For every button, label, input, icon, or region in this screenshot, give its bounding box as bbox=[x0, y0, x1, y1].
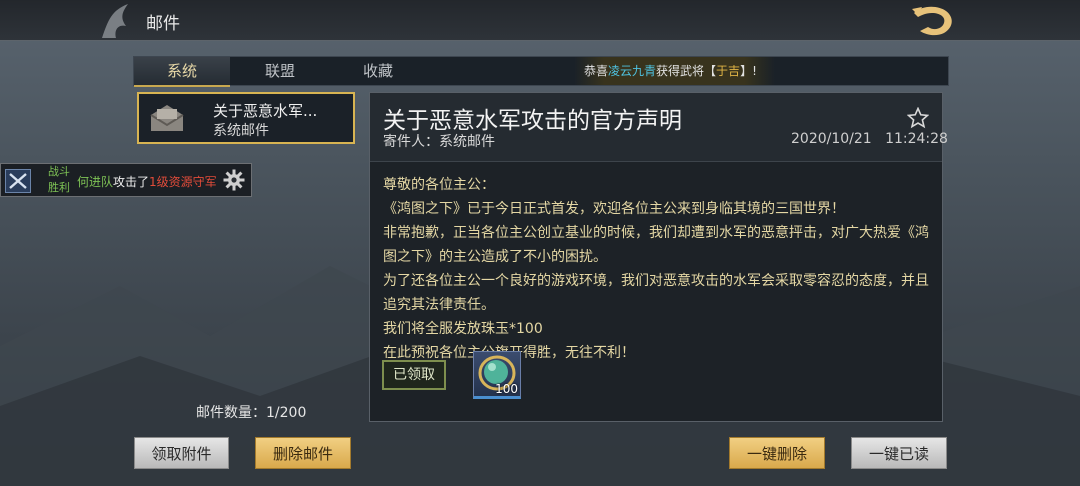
battle-result: 战斗 胜利 bbox=[45, 164, 73, 196]
mail-tabs: 系统 联盟 收藏 恭喜凌云九青获得武将【于吉】! bbox=[133, 56, 949, 87]
marquee-suffix: 】! bbox=[740, 64, 757, 78]
battle-target: 1级资源守军 bbox=[149, 175, 217, 189]
mail-time: 11:24:28 bbox=[885, 131, 948, 147]
battle-result-line1: 战斗 bbox=[48, 165, 70, 178]
marquee-middle: 获得武将【 bbox=[656, 64, 717, 78]
marquee-player-name: 凌云九青 bbox=[608, 64, 657, 78]
top-bar: 邮件 bbox=[0, 0, 1080, 41]
claimed-badge: 已领取 bbox=[382, 360, 446, 390]
mail-date: 2020/10/21 bbox=[791, 131, 872, 147]
page-title: 邮件 bbox=[146, 14, 180, 34]
dragon-emblem-icon bbox=[102, 4, 128, 38]
mail-detail-header: 关于恶意水军攻击的官方声明 寄件人：系统邮件 2020/10/21 11:24:… bbox=[370, 93, 948, 162]
battle-text: 何进队攻击了1级资源守军 bbox=[77, 173, 217, 190]
tab-alliance[interactable]: 联盟 bbox=[232, 57, 328, 85]
mail-body-line: 非常抱歉，正当各位主公创立基业的时候，我们却遭到水军的恶意抨击，对广大热爱《鸿图… bbox=[383, 225, 929, 265]
battle-notice[interactable]: 战斗 胜利 何进队攻击了1级资源守军 bbox=[0, 163, 252, 197]
mail-body-line: 我们将全服发放珠玉*100 bbox=[383, 321, 543, 337]
delete-mail-button[interactable]: 删除邮件 bbox=[255, 437, 351, 469]
marquee-general-name: 于吉 bbox=[716, 64, 741, 78]
mail-body: 尊敬的各位主公： 《鸿图之下》已于今日正式首发，欢迎各位主公来到身临其境的三国世… bbox=[383, 173, 935, 365]
mail-body-line: 《鸿图之下》已于今日正式首发，欢迎各位主公来到身临其境的三国世界！ bbox=[383, 201, 845, 217]
mail-body-line: 尊敬的各位主公： bbox=[383, 177, 495, 193]
mail-count: 邮件数量：1/200 bbox=[196, 405, 307, 421]
mail-detail-title: 关于恶意水军攻击的官方声明 bbox=[383, 108, 682, 134]
mail-datetime: 2020/10/21 11:24:28 bbox=[791, 131, 948, 147]
battle-team: 何进队 bbox=[77, 175, 114, 189]
battle-result-line2: 胜利 bbox=[48, 181, 70, 194]
mail-sender: 寄件人：系统邮件 bbox=[383, 134, 495, 150]
crossed-swords-icon bbox=[5, 169, 31, 193]
mail-body-line: 在此预祝各位主公旗开得胜，无往不利！ bbox=[383, 341, 935, 365]
mail-item-title: 关于恶意水军... bbox=[213, 102, 318, 120]
attachment-item[interactable]: 100 bbox=[473, 351, 521, 399]
mail-body-line: 为了还各位主公一个良好的游戏环境，我们对恶意攻击的水军会采取零容忍的态度，并且追… bbox=[383, 273, 929, 313]
marquee-prefix: 恭喜 bbox=[584, 64, 609, 78]
battle-action: 攻击了 bbox=[113, 175, 150, 189]
mail-list-item[interactable]: 关于恶意水军... 系统邮件 bbox=[137, 92, 355, 144]
announcement-marquee: 恭喜凌云九青获得武将【于吉】! bbox=[574, 57, 775, 85]
gear-icon[interactable] bbox=[223, 169, 245, 191]
close-dragon-icon[interactable] bbox=[908, 3, 960, 37]
claim-attachments-button[interactable]: 领取附件 bbox=[134, 437, 229, 469]
attachment-quantity: 100 bbox=[495, 382, 518, 396]
mail-item-subtitle: 系统邮件 bbox=[213, 123, 269, 139]
tab-system[interactable]: 系统 bbox=[134, 57, 230, 87]
delete-all-button[interactable]: 一键删除 bbox=[729, 437, 825, 469]
mark-all-read-button[interactable]: 一键已读 bbox=[851, 437, 947, 469]
star-icon[interactable] bbox=[907, 107, 929, 129]
envelope-icon bbox=[150, 105, 184, 131]
tab-favorites[interactable]: 收藏 bbox=[330, 57, 426, 85]
mail-detail-panel: 关于恶意水军攻击的官方声明 寄件人：系统邮件 2020/10/21 11:24:… bbox=[369, 92, 948, 422]
